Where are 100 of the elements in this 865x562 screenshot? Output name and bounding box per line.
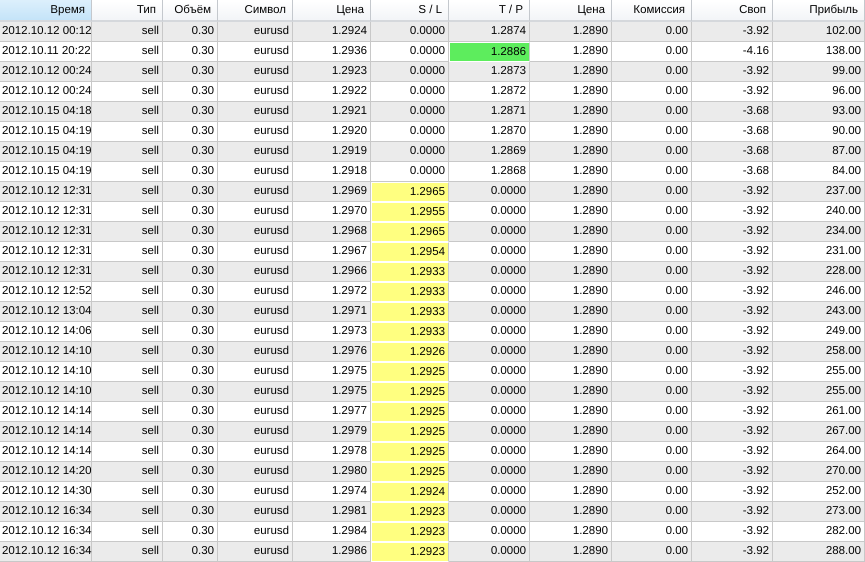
table-cell: 0.00 — [612, 342, 692, 362]
column-header[interactable]: Своп — [692, 0, 773, 22]
table-cell: 1.2890 — [530, 262, 612, 282]
table-cell: 0.00 — [612, 362, 692, 382]
table-cell: -3.92 — [692, 22, 773, 42]
table-cell: 84.00 — [773, 162, 865, 182]
table-cell: -3.68 — [692, 122, 773, 142]
table-cell: sell — [92, 262, 163, 282]
table-cell: 0.0000 — [371, 162, 449, 182]
column-header[interactable]: Прибыль — [773, 0, 865, 22]
column-header[interactable]: Комиссия — [612, 0, 692, 22]
table-cell: 1.2980 — [293, 462, 371, 482]
table-cell: 1.2872 — [449, 82, 530, 102]
column-header[interactable]: Объём — [163, 0, 218, 22]
column-header[interactable]: Цена — [293, 0, 371, 22]
table-cell: 1.2926 — [371, 342, 449, 362]
table-cell: 1.2971 — [293, 302, 371, 322]
table-cell: -3.92 — [692, 202, 773, 222]
table-cell: 0.30 — [163, 462, 218, 482]
table-cell: sell — [92, 542, 163, 562]
column-header[interactable]: Время — [0, 0, 92, 22]
table-cell: 252.00 — [773, 482, 865, 502]
table-cell: eurusd — [218, 262, 293, 282]
table-cell: 1.2890 — [530, 222, 612, 242]
table-cell: 87.00 — [773, 142, 865, 162]
table-cell: 1.2933 — [371, 322, 449, 342]
table-cell: -3.92 — [692, 462, 773, 482]
table-cell: 1.2981 — [293, 502, 371, 522]
table-cell: -3.92 — [692, 442, 773, 462]
table-cell: eurusd — [218, 362, 293, 382]
table-cell: 1.2968 — [293, 222, 371, 242]
table-cell: 2012.10.15 04:19 — [0, 142, 92, 162]
table-cell: 255.00 — [773, 382, 865, 402]
table-cell: 1.2890 — [530, 342, 612, 362]
table-cell: sell — [92, 122, 163, 142]
column-header[interactable]: S / L — [371, 0, 449, 22]
table-cell: eurusd — [218, 162, 293, 182]
table-cell: 0.30 — [163, 502, 218, 522]
table-cell: eurusd — [218, 242, 293, 262]
table-cell: sell — [92, 482, 163, 502]
table-cell: sell — [92, 502, 163, 522]
table-cell: 237.00 — [773, 182, 865, 202]
table-cell: 1.2933 — [371, 282, 449, 302]
table-cell: 1.2890 — [530, 142, 612, 162]
column-header[interactable]: T / P — [449, 0, 530, 22]
table-cell: 1.2967 — [293, 242, 371, 262]
table-cell: 228.00 — [773, 262, 865, 282]
table-cell: -3.92 — [692, 222, 773, 242]
table-cell: -3.92 — [692, 322, 773, 342]
table-cell: 1.2871 — [449, 102, 530, 122]
table-cell: eurusd — [218, 202, 293, 222]
column-header[interactable]: Тип — [92, 0, 163, 22]
table-cell: 1.2890 — [530, 62, 612, 82]
table-cell: sell — [92, 182, 163, 202]
table-cell: -3.92 — [692, 62, 773, 82]
table-cell: 2012.10.12 12:31 — [0, 242, 92, 262]
table-cell: 1.2973 — [293, 322, 371, 342]
table-cell: 138.00 — [773, 42, 865, 62]
table-cell: 0.30 — [163, 382, 218, 402]
table-cell: 2012.10.12 12:31 — [0, 262, 92, 282]
table-cell: 90.00 — [773, 122, 865, 142]
table-cell: 0.00 — [612, 82, 692, 102]
table-cell: 1.2890 — [530, 182, 612, 202]
table-cell: 1.2921 — [293, 102, 371, 122]
table-cell: 1.2890 — [530, 382, 612, 402]
table-cell: 0.30 — [163, 402, 218, 422]
table-cell: 2012.10.12 12:31 — [0, 202, 92, 222]
column-header[interactable]: Символ — [218, 0, 293, 22]
table-cell: 1.2890 — [530, 242, 612, 262]
table-cell: eurusd — [218, 222, 293, 242]
table-cell: 1.2890 — [530, 282, 612, 302]
table-cell: 0.00 — [612, 502, 692, 522]
table-cell: 1.2890 — [530, 22, 612, 42]
table-cell: 0.00 — [612, 382, 692, 402]
table-cell: 1.2890 — [530, 122, 612, 142]
table-cell: 93.00 — [773, 102, 865, 122]
table-cell: 0.00 — [612, 242, 692, 262]
table-cell: 2012.10.12 16:34 — [0, 542, 92, 562]
table-cell: 1.2890 — [530, 102, 612, 122]
table-cell: 1.2890 — [530, 82, 612, 102]
table-cell: 0.00 — [612, 182, 692, 202]
table-cell: eurusd — [218, 102, 293, 122]
table-cell: 0.0000 — [449, 482, 530, 502]
table-cell: 1.2923 — [293, 62, 371, 82]
table-cell: 264.00 — [773, 442, 865, 462]
column-header[interactable]: Цена — [530, 0, 612, 22]
table-cell: 0.0000 — [449, 402, 530, 422]
table-cell: 1.2920 — [293, 122, 371, 142]
table-cell: 1.2955 — [371, 202, 449, 222]
table-cell: 1.2965 — [371, 222, 449, 242]
table-cell: -3.92 — [692, 182, 773, 202]
table-cell: 2012.10.12 14:14 — [0, 402, 92, 422]
table-cell: eurusd — [218, 22, 293, 42]
table-cell: 0.0000 — [449, 302, 530, 322]
table-cell: 0.30 — [163, 522, 218, 542]
table-cell: 1.2925 — [371, 442, 449, 462]
table-cell: eurusd — [218, 82, 293, 102]
table-cell: 1.2978 — [293, 442, 371, 462]
table-cell: 0.00 — [612, 282, 692, 302]
table-cell: 0.0000 — [449, 202, 530, 222]
